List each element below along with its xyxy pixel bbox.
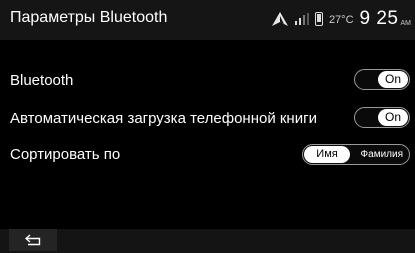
setting-row-sort-by: Сортировать по Имя Фамилия xyxy=(10,143,410,167)
phone-icon xyxy=(314,12,323,26)
clock-ampm: AM xyxy=(400,19,412,27)
status-bar: 27°C 9 25 AM xyxy=(271,8,411,30)
sort-by-selector[interactable]: Имя Фамилия xyxy=(302,144,410,165)
back-button[interactable] xyxy=(9,229,57,251)
setting-label: Bluetooth xyxy=(10,72,74,89)
setting-row-auto-download-phonebook: Автоматическая загрузка телефонной книги… xyxy=(10,107,410,131)
auto-download-phonebook-toggle[interactable]: On xyxy=(354,107,410,128)
setting-label: Автоматическая загрузка телефонной книги xyxy=(10,110,317,127)
sort-option-last-name[interactable]: Фамилия xyxy=(361,146,403,163)
navigation-arrow-icon[interactable] xyxy=(271,11,289,27)
setting-row-bluetooth: Bluetooth On xyxy=(10,69,410,93)
bluetooth-toggle[interactable]: On xyxy=(354,69,410,90)
clock-time: 9 25 xyxy=(359,8,399,29)
page-title: Параметры Bluetooth xyxy=(10,9,168,26)
setting-label: Сортировать по xyxy=(10,146,121,163)
signal-icon xyxy=(294,13,309,25)
temperature-readout: 27°C xyxy=(328,14,354,26)
header-bar: Параметры Bluetooth 27°C 9 25 AM xyxy=(0,0,415,40)
sort-option-first-name[interactable]: Имя xyxy=(304,146,350,163)
toggle-knob: On xyxy=(378,109,408,126)
toggle-knob: On xyxy=(378,71,408,88)
footer-bar xyxy=(0,229,415,253)
back-arrow-icon xyxy=(25,234,41,246)
